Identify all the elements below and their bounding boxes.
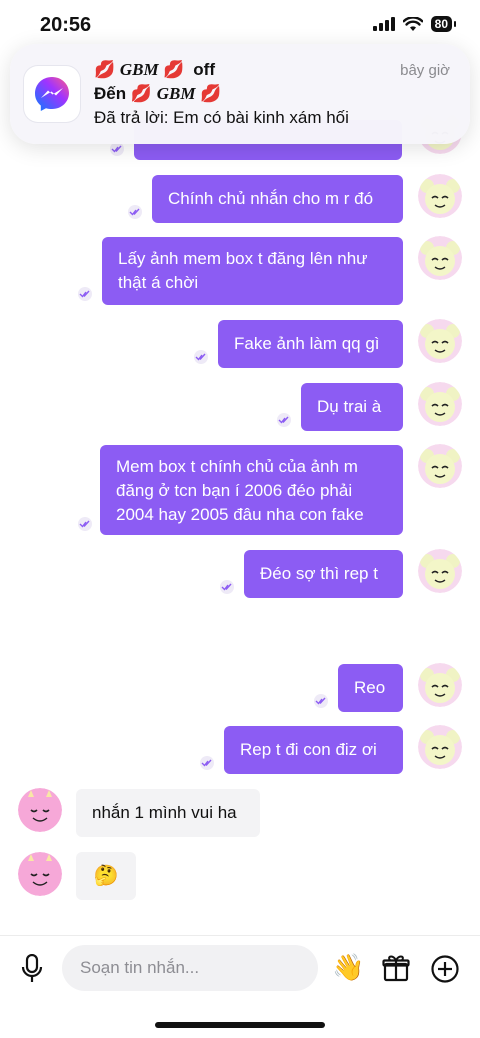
seen-check-icon — [78, 287, 92, 301]
seen-check-icon — [220, 580, 234, 594]
seen-check-icon — [314, 694, 328, 708]
signal-icon — [372, 17, 395, 31]
avatar-self[interactable] — [418, 549, 462, 593]
status-bar: 20:56 80 — [0, 0, 480, 48]
status-time: 20:56 — [40, 14, 92, 36]
message-bubble-outgoing[interactable]: Fake ảnh làm qq gì — [218, 320, 403, 368]
notification-time: bây giờ — [400, 62, 450, 79]
bear-avatar-icon — [418, 382, 462, 426]
message-bubble-incoming[interactable]: nhắn 1 mình vui ha — [76, 789, 260, 837]
bear-avatar-icon — [418, 549, 462, 593]
message-bubble-outgoing[interactable]: Chính chủ nhắn cho m r đó — [152, 175, 403, 223]
seen-check-icon — [78, 517, 92, 531]
avatar-self[interactable] — [418, 382, 462, 426]
kiss-lips-icon: 💋 — [94, 60, 116, 79]
message-bubble-outgoing[interactable]: Đéo sợ thì rep t — [244, 550, 403, 598]
message-bubble-outgoing[interactable]: Reo — [338, 664, 403, 712]
kiss-lips-icon: 💋 — [200, 84, 222, 103]
avatar-contact[interactable] — [18, 852, 62, 896]
wifi-icon — [402, 16, 423, 31]
seen-check-icon — [128, 205, 142, 219]
microphone-icon[interactable] — [20, 954, 44, 984]
avatar-self[interactable] — [418, 319, 462, 363]
kiss-lips-icon: 💋 — [130, 84, 153, 103]
seen-check-icon — [194, 350, 208, 364]
message-input[interactable]: Soạn tin nhắn... — [62, 945, 318, 991]
notification-sender-name: GBM — [119, 60, 159, 79]
bear-avatar-icon — [418, 444, 462, 488]
add-circle-icon[interactable] — [430, 954, 460, 984]
gift-icon[interactable] — [382, 954, 410, 982]
kiss-lips-icon: 💋 — [163, 60, 185, 79]
seen-check-icon — [110, 142, 124, 156]
avatar-self[interactable] — [418, 174, 462, 218]
bear-avatar-icon — [418, 174, 462, 218]
avatar-self[interactable] — [418, 444, 462, 488]
bear-avatar-icon — [418, 319, 462, 363]
notification-banner[interactable]: 💋 GBM 💋 off Đến 💋 GBM 💋 Đã trả lời: Em c… — [10, 44, 470, 144]
battery-icon: 80 — [430, 16, 457, 32]
devil-avatar-icon — [18, 852, 62, 896]
message-bubble-outgoing[interactable]: Rep t đi con điz ơi — [224, 726, 403, 774]
devil-avatar-icon — [18, 788, 62, 832]
bear-avatar-icon — [418, 236, 462, 280]
notification-to-prefix: Đến — [94, 84, 127, 103]
wave-button[interactable]: 👋 — [332, 952, 364, 983]
message-bubble-outgoing[interactable]: Mem box t chính chủ của ảnh m đăng ở tcn… — [100, 445, 403, 535]
message-bubble-outgoing[interactable]: Lấy ảnh mem box t đăng lên như thật á ch… — [102, 237, 403, 305]
notification-sender-suffix: off — [193, 60, 215, 79]
seen-check-icon — [200, 756, 214, 770]
home-indicator — [155, 1022, 325, 1028]
bear-avatar-icon — [418, 663, 462, 707]
notification-body: Đã trả lời: Em có bài kinh xám hối — [94, 108, 349, 127]
avatar-contact[interactable] — [18, 788, 62, 832]
seen-check-icon — [277, 413, 291, 427]
message-composer: Soạn tin nhắn... 👋 — [0, 935, 480, 1004]
message-bubble-incoming-emoji[interactable]: 🤔 — [76, 852, 136, 900]
bear-avatar-icon — [418, 725, 462, 769]
avatar-self[interactable] — [418, 725, 462, 769]
avatar-self[interactable] — [418, 236, 462, 280]
message-bubble-outgoing[interactable]: Dụ trai à — [301, 383, 403, 431]
messenger-icon — [35, 77, 69, 111]
avatar-self[interactable] — [418, 663, 462, 707]
messenger-app-icon — [24, 66, 80, 122]
notification-recipient-name: GBM — [156, 84, 196, 103]
